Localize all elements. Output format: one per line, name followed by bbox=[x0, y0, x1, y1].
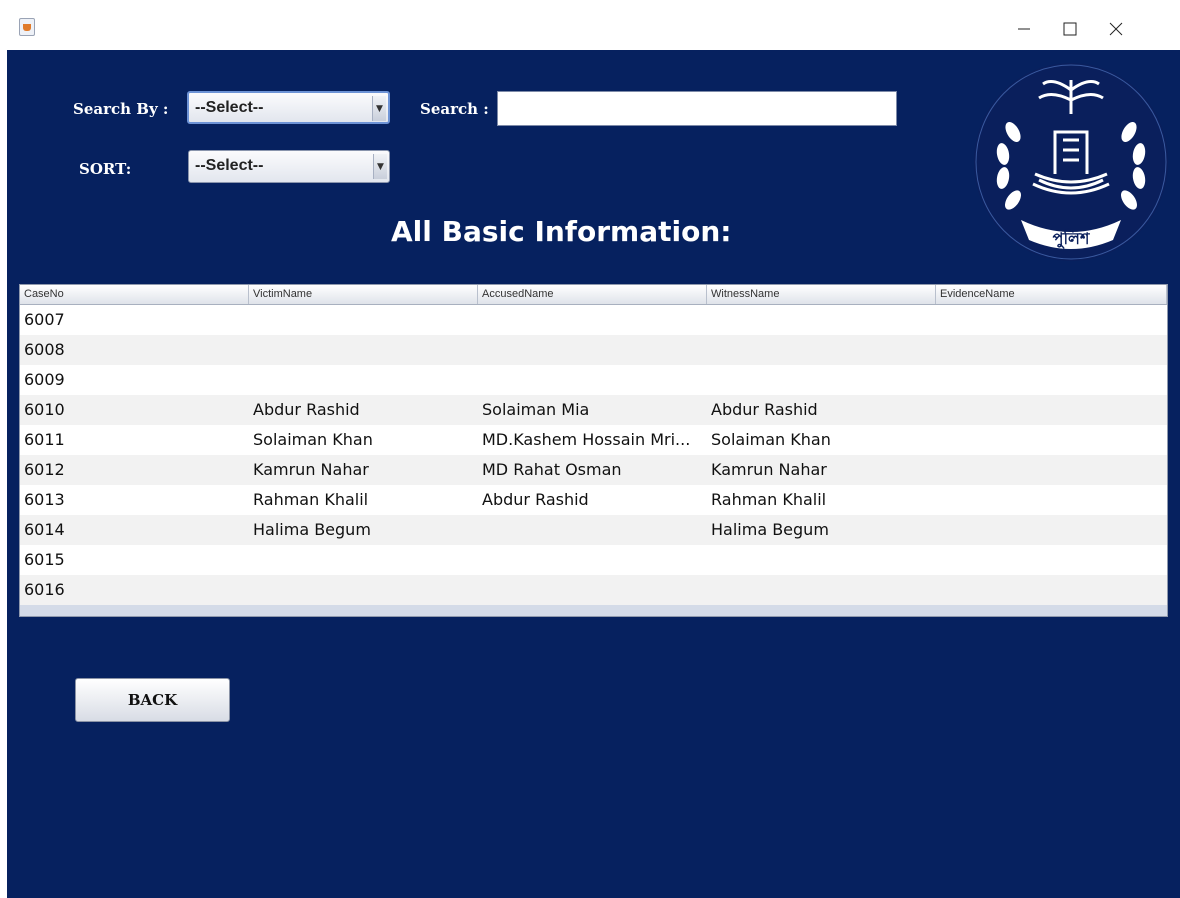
sort-dropdown[interactable]: --Select-- ▼ bbox=[188, 150, 390, 183]
close-button[interactable] bbox=[1093, 8, 1139, 50]
minimize-button[interactable] bbox=[1001, 8, 1047, 50]
column-header-witnessname[interactable]: WitnessName bbox=[707, 285, 936, 304]
cell-evidencename bbox=[936, 485, 1167, 515]
cell-caseno: 6013 bbox=[24, 490, 65, 509]
cell-victimname: Solaiman Khan bbox=[253, 430, 373, 449]
cell-caseno: 6009 bbox=[24, 370, 65, 389]
cell-witnessname bbox=[707, 365, 936, 395]
cell-caseno: 6007 bbox=[24, 310, 65, 329]
table-row[interactable]: 6015 bbox=[20, 545, 1167, 575]
cell-witnessname: Kamrun Nahar bbox=[711, 460, 827, 479]
cell-caseno: 6015 bbox=[24, 550, 65, 569]
cell-witnessname bbox=[707, 305, 936, 335]
cell-evidencename bbox=[936, 575, 1167, 605]
cell-evidencename bbox=[936, 395, 1167, 425]
cell-evidencename bbox=[936, 365, 1167, 395]
cell-accusedname: Abdur Rashid bbox=[482, 490, 589, 509]
cell-victimname: Rahman Khalil bbox=[253, 490, 369, 509]
cell-accusedname bbox=[478, 305, 707, 335]
cell-victimname bbox=[249, 335, 478, 365]
page-title: All Basic Information: bbox=[391, 215, 732, 248]
cell-witnessname bbox=[707, 575, 936, 605]
table-row[interactable]: 6011 Solaiman Khan MD.Kashem Hossain Mri… bbox=[20, 425, 1167, 455]
back-button[interactable]: BACK bbox=[75, 678, 230, 722]
cell-accusedname bbox=[478, 335, 707, 365]
search-by-label: Search By : bbox=[73, 100, 169, 118]
main-panel: Search By : --Select-- ▼ Search : SORT: … bbox=[7, 50, 1180, 898]
cell-evidencename bbox=[936, 545, 1167, 575]
table-row[interactable]: 6007 bbox=[20, 305, 1167, 335]
cell-caseno: 6016 bbox=[24, 580, 65, 599]
cell-evidencename bbox=[936, 425, 1167, 455]
table-body: 6007 6008 6009 6010 Abdur Rashid Solaima… bbox=[20, 305, 1167, 605]
cases-table[interactable]: CaseNo VictimName AccusedName WitnessNam… bbox=[19, 284, 1168, 617]
search-by-selected: --Select-- bbox=[195, 99, 264, 116]
search-by-dropdown[interactable]: --Select-- ▼ bbox=[187, 91, 390, 124]
column-header-caseno[interactable]: CaseNo bbox=[20, 285, 249, 304]
cell-victimname: Kamrun Nahar bbox=[253, 460, 369, 479]
column-header-victimname[interactable]: VictimName bbox=[249, 285, 478, 304]
cell-accusedname: MD.Kashem Hossain Mri... bbox=[482, 430, 691, 449]
table-row[interactable]: 6013 Rahman Khalil Abdur Rashid Rahman K… bbox=[20, 485, 1167, 515]
table-row[interactable]: 6014 Halima Begum Halima Begum bbox=[20, 515, 1167, 545]
cell-caseno: 6008 bbox=[24, 340, 65, 359]
cell-witnessname: Abdur Rashid bbox=[711, 400, 818, 419]
maximize-icon bbox=[1063, 22, 1077, 36]
cell-victimname: Abdur Rashid bbox=[253, 400, 360, 419]
logo-text: পুলিশ bbox=[1053, 228, 1090, 249]
cell-accusedname: Solaiman Mia bbox=[482, 400, 590, 419]
table-row[interactable]: 6009 bbox=[20, 365, 1167, 395]
maximize-button[interactable] bbox=[1047, 8, 1093, 50]
search-label: Search : bbox=[420, 100, 489, 118]
cell-accusedname: MD Rahat Osman bbox=[482, 460, 622, 479]
column-header-accusedname[interactable]: AccusedName bbox=[478, 285, 707, 304]
cell-caseno: 6012 bbox=[24, 460, 65, 479]
cell-victimname bbox=[249, 575, 478, 605]
cell-victimname bbox=[249, 365, 478, 395]
chevron-down-icon: ▼ bbox=[372, 96, 386, 121]
cell-witnessname bbox=[707, 335, 936, 365]
table-row[interactable]: 6016 bbox=[20, 575, 1167, 605]
cell-evidencename bbox=[936, 335, 1167, 365]
cell-witnessname: Solaiman Khan bbox=[711, 430, 831, 449]
table-header: CaseNo VictimName AccusedName WitnessNam… bbox=[20, 285, 1167, 305]
sort-label: SORT: bbox=[79, 160, 132, 178]
column-header-evidencename[interactable]: EvidenceName bbox=[936, 285, 1167, 304]
cell-victimname bbox=[249, 305, 478, 335]
cell-victimname: Halima Begum bbox=[253, 520, 371, 539]
close-icon bbox=[1109, 22, 1123, 36]
table-row[interactable]: 6012 Kamrun Nahar MD Rahat Osman Kamrun … bbox=[20, 455, 1167, 485]
police-emblem-logo: পুলিশ bbox=[974, 63, 1168, 261]
window-titlebar bbox=[7, 8, 1180, 50]
cell-evidencename bbox=[936, 455, 1167, 485]
sort-selected: --Select-- bbox=[195, 157, 264, 174]
table-row[interactable]: 6008 bbox=[20, 335, 1167, 365]
cell-accusedname bbox=[478, 545, 707, 575]
cell-evidencename bbox=[936, 515, 1167, 545]
chevron-down-icon: ▼ bbox=[373, 154, 387, 179]
minimize-icon bbox=[1018, 28, 1030, 30]
cell-evidencename bbox=[936, 305, 1167, 335]
cell-accusedname bbox=[478, 365, 707, 395]
cell-witnessname: Rahman Khalil bbox=[711, 490, 827, 509]
cell-accusedname bbox=[478, 515, 707, 545]
table-row[interactable]: 6010 Abdur Rashid Solaiman Mia Abdur Ras… bbox=[20, 395, 1167, 425]
cell-caseno: 6010 bbox=[24, 400, 65, 419]
java-cup-icon bbox=[19, 18, 35, 36]
cell-caseno: 6011 bbox=[24, 430, 65, 449]
cell-victimname bbox=[249, 545, 478, 575]
search-input[interactable] bbox=[497, 91, 897, 126]
cell-witnessname bbox=[707, 545, 936, 575]
cell-accusedname bbox=[478, 575, 707, 605]
cell-witnessname: Halima Begum bbox=[711, 520, 829, 539]
cell-caseno: 6014 bbox=[24, 520, 65, 539]
